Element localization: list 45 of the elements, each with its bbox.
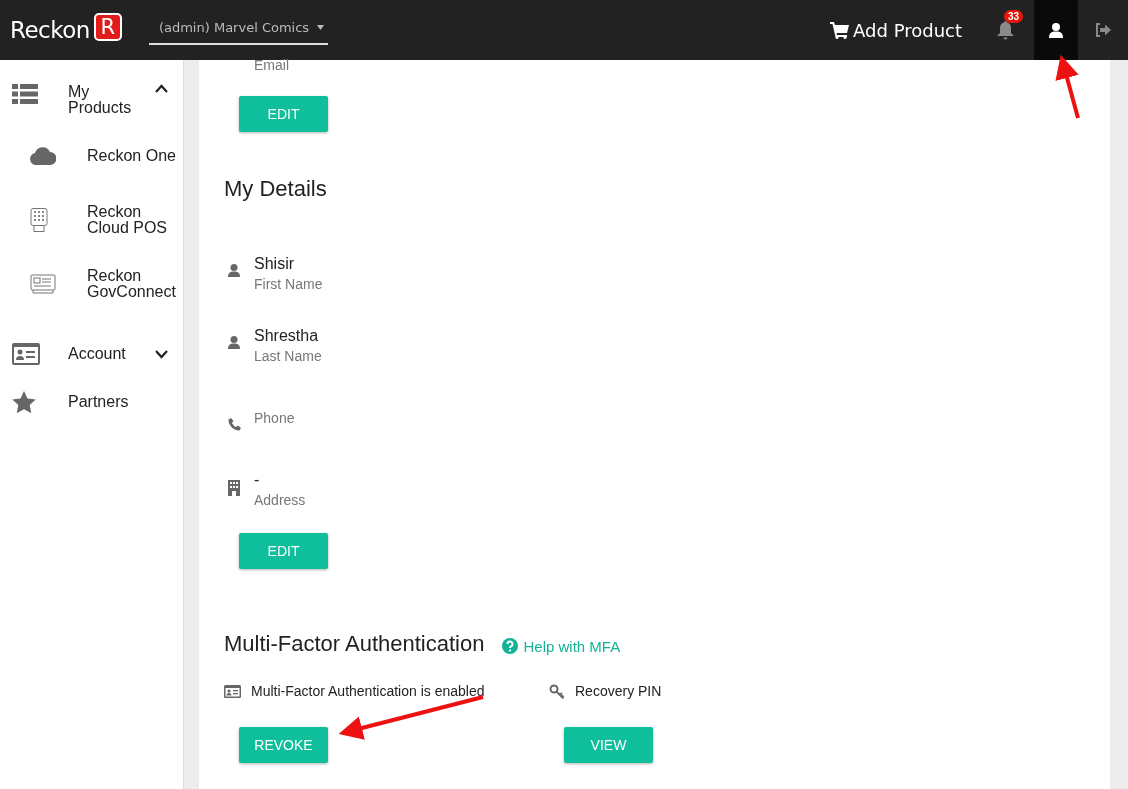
list-icon xyxy=(12,84,38,104)
section-heading: My Details xyxy=(224,176,328,202)
status-text: Multi-Factor Authentication is enabled xyxy=(251,683,485,699)
field-value: - xyxy=(254,470,261,490)
field-label: Address xyxy=(254,491,306,510)
logo-text: Reckon xyxy=(10,17,90,43)
caret-icon xyxy=(317,24,325,30)
sidebar-item[interactable]: My Products xyxy=(0,60,183,124)
sign-out-icon xyxy=(1095,23,1111,37)
help-icon xyxy=(502,638,519,654)
bell-icon xyxy=(996,20,1014,40)
building-icon xyxy=(228,480,240,496)
sidebar-item[interactable]: Partners xyxy=(0,378,183,426)
field-value: Shrestha xyxy=(254,326,320,346)
section-heading: Multi-Factor Authentication xyxy=(224,631,485,657)
annotation-arrow xyxy=(1055,54,1080,119)
user-profile-button[interactable] xyxy=(1034,0,1078,60)
sidebar-item[interactable]: Account xyxy=(0,330,183,378)
cloud-icon xyxy=(30,147,56,165)
field-value: Shisir xyxy=(254,254,295,274)
add-product-button[interactable]: Add Product xyxy=(830,19,962,41)
sidebar-subitem[interactable]: Reckon Cloud POS xyxy=(0,188,183,252)
card-terminal-icon xyxy=(30,208,48,232)
id-card-icon xyxy=(224,684,241,698)
field-label: Last Name xyxy=(254,347,322,366)
field-label: Phone xyxy=(254,409,295,428)
chevron-down-icon xyxy=(155,349,168,359)
sidebar-subitem[interactable]: Reckon One xyxy=(0,124,183,188)
user-icon xyxy=(228,336,240,349)
notification-count: 33 xyxy=(1004,10,1024,23)
id-card-icon xyxy=(30,274,56,294)
recovery-pin-label: Recovery PIN xyxy=(575,683,662,699)
logo-mark: R xyxy=(93,13,122,41)
phone-icon xyxy=(228,418,241,431)
key-icon xyxy=(549,683,565,699)
user-icon xyxy=(228,264,240,277)
cart-icon xyxy=(830,21,850,39)
id-card-icon xyxy=(12,343,40,365)
account-selector[interactable]: (admin) Marvel Comics xyxy=(148,19,328,45)
chevron-up-icon xyxy=(155,84,168,93)
user-icon xyxy=(1049,22,1063,38)
star-icon xyxy=(12,391,36,413)
field-label: Email xyxy=(254,58,290,75)
field-label: First Name xyxy=(254,275,323,294)
sidebar-subitem[interactable]: Reckon GovConnect xyxy=(0,252,183,316)
